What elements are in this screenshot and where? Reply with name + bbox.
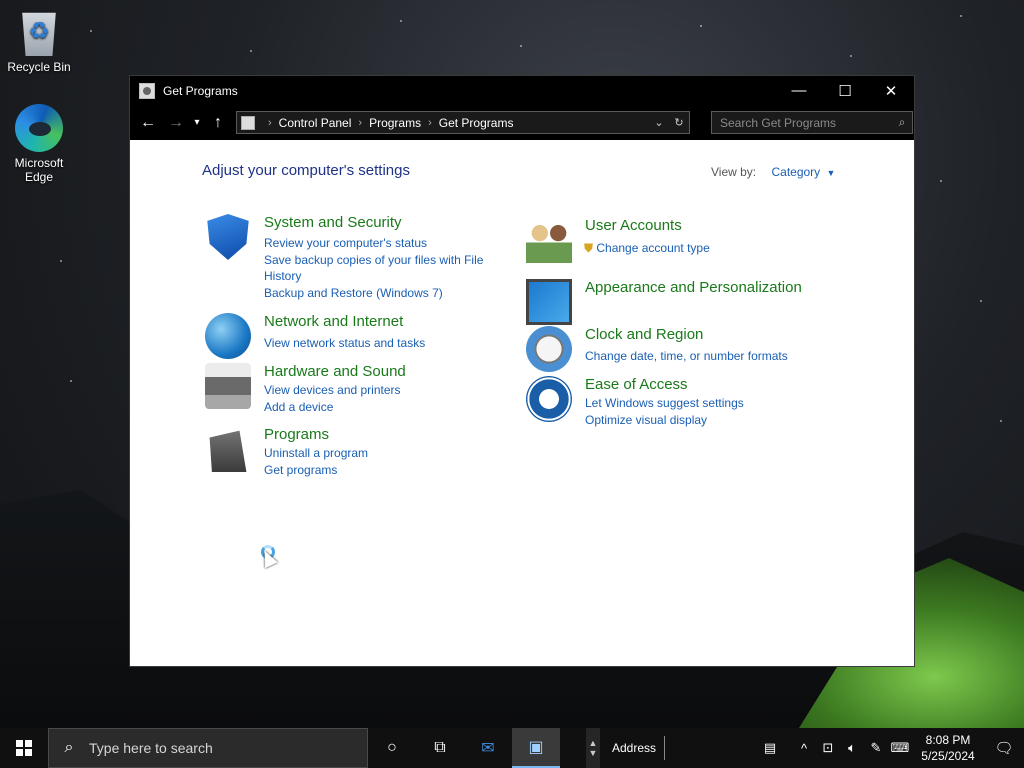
link-backup-restore[interactable]: Backup and Restore (Windows 7) — [264, 285, 494, 301]
programs-icon[interactable] — [209, 430, 247, 472]
link-change-formats[interactable]: Change date, time, or number formats — [585, 348, 815, 364]
category-title[interactable]: Hardware and Sound — [264, 363, 406, 380]
address-toolbar-label: Address — [612, 741, 657, 755]
link-review-status[interactable]: Review your computer's status — [264, 235, 494, 251]
clock-time: 8:08 PM — [925, 733, 971, 747]
link-change-account-type[interactable]: ⛊ Change account type — [584, 240, 814, 256]
mail-icon[interactable]: ✉ — [464, 728, 512, 768]
keyboard-icon[interactable]: ⌨ — [888, 740, 912, 756]
link-get-programs[interactable]: Get programs — [264, 462, 494, 478]
chevron-down-icon[interactable]: ▼ — [589, 748, 598, 758]
control-panel-icon — [139, 82, 155, 99]
task-view-icon[interactable]: ⧉ — [416, 728, 464, 768]
search-icon[interactable]: ⌕ — [892, 115, 912, 130]
desktop-icon-edge[interactable]: Microsoft Edge — [1, 104, 77, 184]
view-by: View by: Category ▼ — [711, 165, 835, 179]
clock-date: 5/25/2024 — [921, 749, 975, 763]
notification-icon[interactable]: 🗨︎ — [984, 739, 1024, 757]
taskbar: ⌕ ○ ⧉ ✉ ▣ ▲ ▼ Address ▤ ^ ⊡ 🔈︎ ✎ ⌨ 8:08 … — [0, 728, 1024, 768]
link-network-status[interactable]: View network status and tasks — [264, 335, 494, 351]
desktop-icon-label: Microsoft Edge — [14, 156, 64, 184]
address-dropdown-chevron-down-icon[interactable]: ⌄ — [649, 116, 669, 129]
category-title[interactable]: System and Security — [264, 214, 402, 231]
back-button[interactable]: ← — [134, 109, 162, 137]
printer-icon[interactable] — [205, 363, 251, 409]
windows-logo-icon — [16, 740, 32, 756]
category-title[interactable]: User Accounts — [585, 217, 682, 234]
refresh-icon[interactable]: ↻ — [669, 116, 689, 129]
control-panel-window: Get Programs — ☐ ✕ ← → ▾ ↑ › Control Pan… — [129, 75, 915, 667]
title-bar[interactable]: Get Programs — ☐ ✕ — [130, 76, 914, 105]
start-button[interactable] — [0, 728, 48, 768]
chevron-right-icon[interactable]: › — [428, 117, 432, 129]
link-uninstall-program[interactable]: Uninstall a program — [264, 445, 494, 461]
link-devices-printers[interactable]: View devices and printers — [264, 382, 494, 398]
window-title: Get Programs — [163, 83, 238, 98]
link-add-device[interactable]: Add a device — [264, 399, 494, 415]
breadcrumb-programs[interactable]: Programs — [369, 116, 421, 130]
close-button[interactable]: ✕ — [868, 76, 914, 105]
breadcrumb-get-programs[interactable]: Get Programs — [439, 116, 514, 130]
forward-button[interactable]: → — [162, 109, 190, 137]
taskbar-search-input[interactable] — [89, 740, 367, 756]
search-icon: ⌕ — [64, 739, 74, 756]
link-file-history[interactable]: Save backup copies of your files with Fi… — [264, 252, 494, 284]
uac-shield-icon: ⛊ — [584, 241, 594, 255]
category-title[interactable]: Network and Internet — [264, 313, 403, 330]
network-icon[interactable]: ⊡ — [816, 740, 840, 756]
control-panel-icon — [241, 115, 255, 130]
recent-locations-chevron-down-icon[interactable]: ▾ — [190, 109, 204, 137]
user-accounts-icon[interactable] — [526, 217, 572, 263]
up-button[interactable]: ↑ — [204, 109, 232, 137]
clock-globe-icon[interactable] — [526, 326, 572, 372]
shield-icon[interactable] — [207, 214, 249, 260]
search-box[interactable]: ⌕ — [711, 111, 913, 134]
control-panel-taskbar-icon[interactable]: ▣ — [512, 728, 560, 768]
news-icon[interactable]: ▤ — [758, 740, 782, 756]
category-title[interactable]: Programs — [264, 426, 329, 443]
search-input[interactable] — [712, 115, 892, 130]
desktop-icon-recycle-bin[interactable]: Recycle Bin — [1, 8, 77, 74]
chevron-right-icon[interactable]: › — [358, 117, 362, 129]
page-title: Adjust your computer's settings — [202, 162, 410, 179]
chevron-down-icon[interactable]: ▼ — [827, 168, 836, 178]
chevron-right-icon[interactable]: › — [268, 117, 272, 129]
taskbar-search-box[interactable]: ⌕ — [48, 728, 368, 768]
link-optimize-display[interactable]: Optimize visual display — [585, 412, 815, 428]
view-by-label: View by: — [711, 165, 757, 179]
cortana-icon[interactable]: ○ — [368, 728, 416, 768]
monitor-palette-icon[interactable] — [526, 279, 572, 325]
ease-of-access-icon[interactable] — [526, 376, 572, 422]
network-globe-icon[interactable] — [205, 313, 251, 359]
address-toolbar-input[interactable] — [664, 736, 666, 760]
navigation-bar: ← → ▾ ↑ › Control Panel › Programs › Get… — [130, 105, 914, 140]
toolbar-scroll-arrows[interactable]: ▲ ▼ — [586, 728, 600, 768]
chevron-up-icon[interactable]: ^ — [792, 741, 816, 756]
desktop-icon-label: Recycle Bin — [7, 60, 71, 74]
link-suggest-settings[interactable]: Let Windows suggest settings — [585, 395, 815, 411]
recycle-bin-icon — [22, 12, 56, 56]
control-panel-content: Adjust your computer's settings View by:… — [130, 140, 914, 666]
category-title[interactable]: Clock and Region — [585, 326, 703, 343]
minimize-button[interactable]: — — [776, 76, 822, 105]
maximize-button[interactable]: ☐ — [822, 76, 868, 105]
volume-icon[interactable]: 🔈︎ — [840, 740, 864, 756]
edge-icon — [15, 104, 63, 152]
chevron-up-icon[interactable]: ▲ — [589, 738, 598, 748]
taskbar-clock[interactable]: 8:08 PM 5/25/2024 — [912, 732, 984, 764]
system-tray: ▤ ^ ⊡ 🔈︎ ✎ ⌨ 8:08 PM 5/25/2024 🗨︎ — [758, 732, 1024, 764]
address-bar[interactable]: › Control Panel › Programs › Get Program… — [236, 111, 690, 134]
category-title[interactable]: Ease of Access — [585, 376, 688, 393]
pen-icon[interactable]: ✎ — [864, 740, 888, 756]
category-title[interactable]: Appearance and Personalization — [585, 279, 802, 296]
view-by-dropdown[interactable]: Category — [771, 165, 820, 179]
breadcrumb-control-panel[interactable]: Control Panel — [279, 116, 352, 130]
